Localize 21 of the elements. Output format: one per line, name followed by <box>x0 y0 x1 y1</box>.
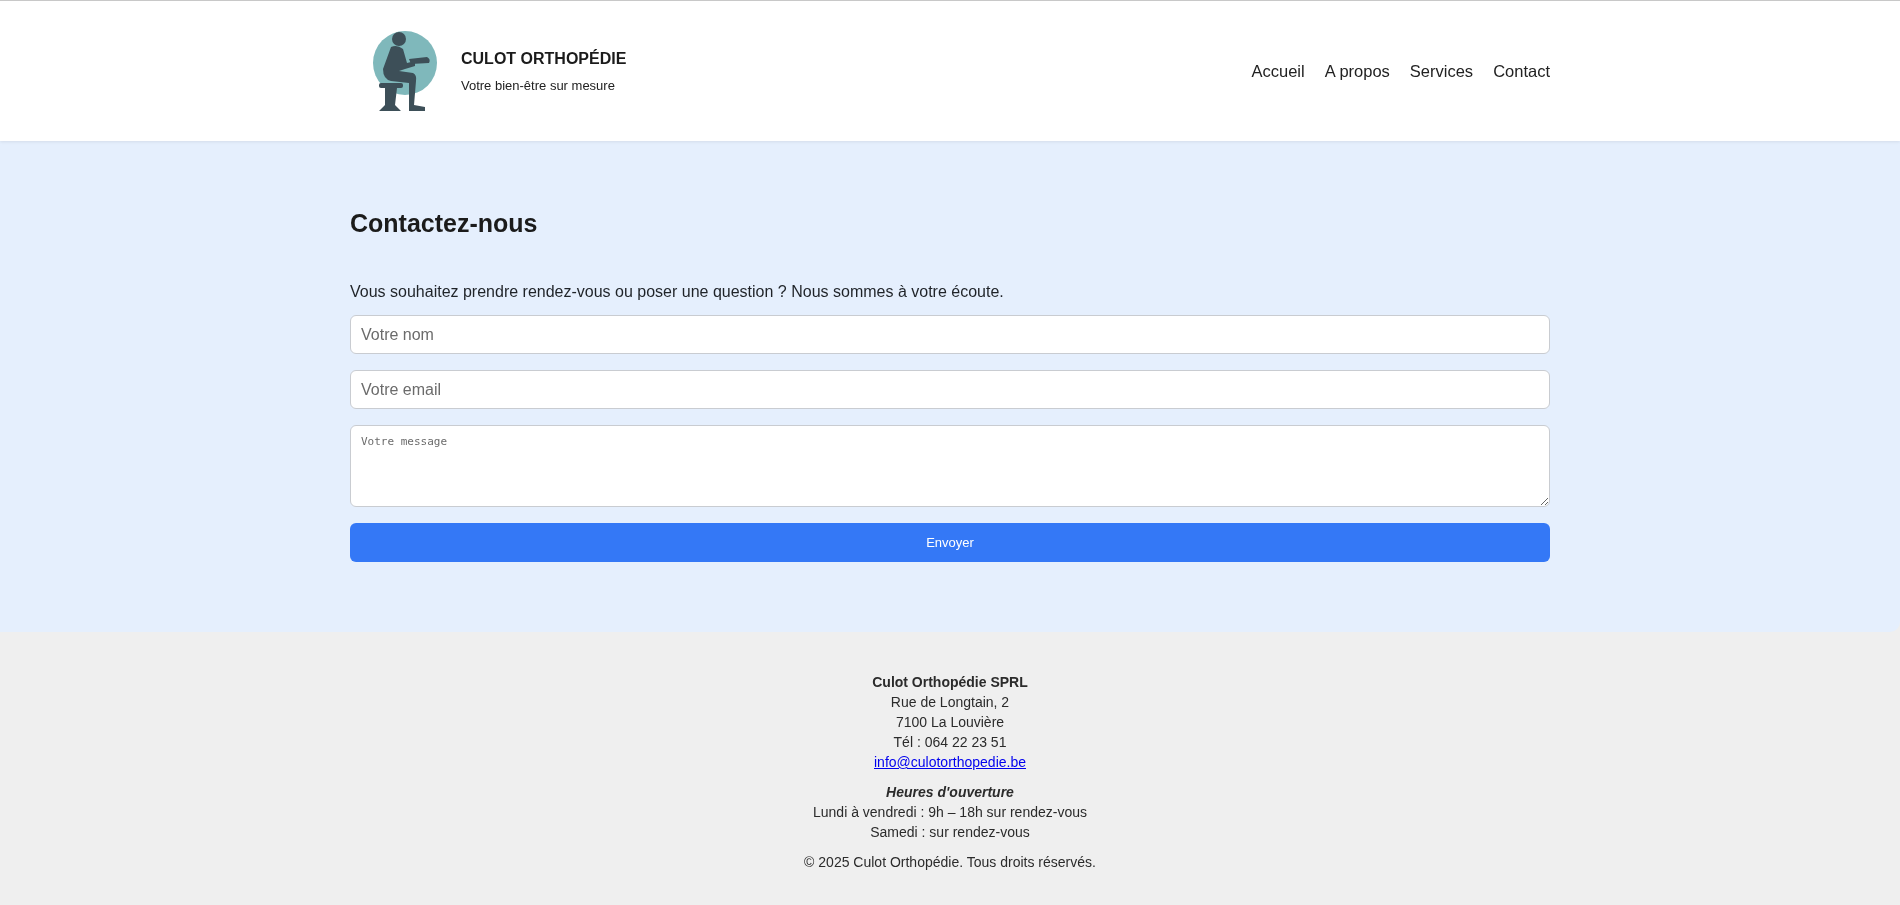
intro-text: Vous souhaitez prendre rendez-vous ou poser une question ? Nous sommes à votre écoute. <box>350 283 1005 301</box>
hours-line: Lundi à vendredi : 9h – 18h sur rendez-vous <box>812 803 1088 822</box>
nav-link[interactable]: A propos <box>1324 61 1390 81</box>
address-line: 7100 La Louvière <box>894 713 1006 732</box>
text-field[interactable]: Votre nom <box>350 315 1550 354</box>
nav-link[interactable]: Services <box>1409 61 1474 81</box>
text-field[interactable]: Votre email <box>350 370 1550 409</box>
email-link[interactable]: info@culotorthopedie.be <box>874 754 1026 770</box>
copyright-text: © 2025 Culot Orthopédie. Tous droits réservés. <box>803 853 1097 872</box>
address-line: Rue de Longtain, 2 <box>889 693 1011 712</box>
company-name: Culot Orthopédie SPRL <box>871 673 1029 692</box>
page-heading: Contactez-nous <box>350 209 539 238</box>
brand-title: CULOT ORTHOPÉDIE <box>461 49 627 68</box>
hours-line: Samedi : sur rendez-vous <box>869 823 1031 842</box>
nav-link[interactable]: Contact <box>1493 61 1550 81</box>
message-field[interactable]: Votre message <box>350 425 1550 507</box>
send-button[interactable]: Envoyer <box>350 523 1550 562</box>
hours-title: Heures d'ouverture <box>885 783 1015 802</box>
nav-link[interactable]: Accueil <box>1251 61 1305 81</box>
brand-tagline: Votre bien-être sur mesure <box>461 77 616 93</box>
address-line: Tél : 064 22 23 51 <box>892 733 1008 752</box>
